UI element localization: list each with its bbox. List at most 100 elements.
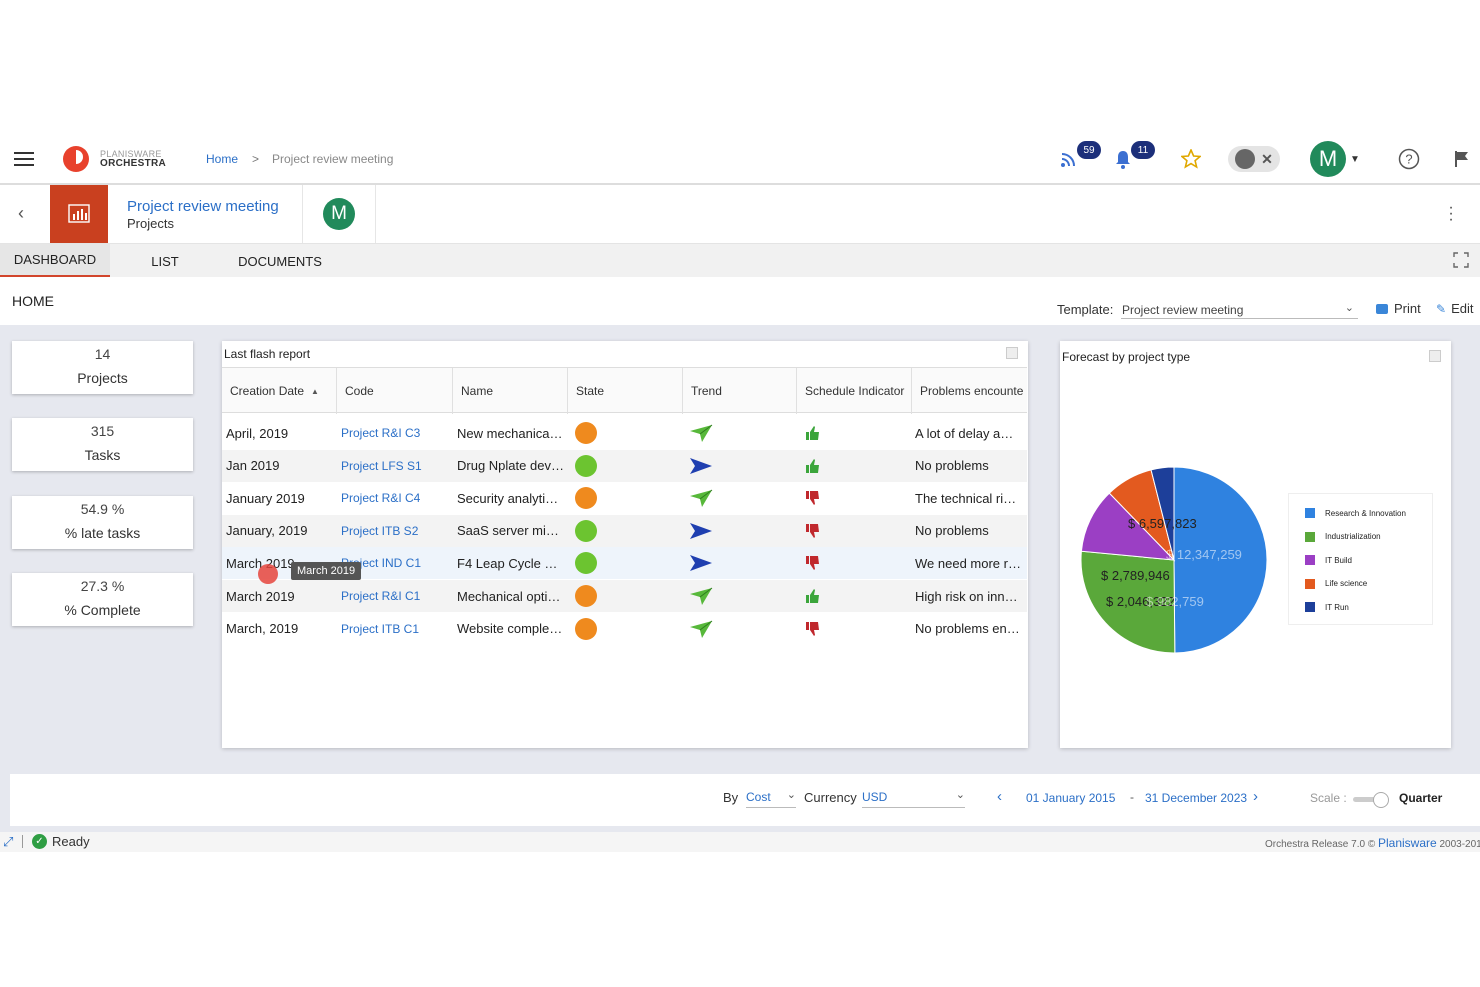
- scale-label: Scale :: [1310, 791, 1347, 805]
- table-row[interactable]: Jan 2019 Project LFS S1 Drug Nplate dev… No…: [222, 449, 1027, 482]
- edit-button[interactable]: ✎ Edit: [1436, 301, 1473, 316]
- table-row[interactable]: March, 2019 Project ITB C1 Website comple……: [222, 612, 1027, 645]
- planisware-logo[interactable]: [63, 146, 89, 172]
- date-from[interactable]: 01 January 2015: [1026, 791, 1115, 805]
- name-cell: Drug Nplate dev…: [457, 458, 564, 474]
- kpi-projects[interactable]: 14 Projects: [12, 341, 193, 394]
- help-icon[interactable]: ?: [1397, 146, 1421, 172]
- column-label: Name: [461, 384, 494, 398]
- kpi-value: 315: [90, 423, 115, 439]
- panel-options-icon[interactable]: [1006, 347, 1018, 359]
- column-problems[interactable]: Problems encounte: [912, 368, 1027, 414]
- page-header: ‹ Project review meeting Projects M · · ·: [0, 185, 1480, 243]
- top-bar: PLANISWARE ORCHESTRA Home > Project revi…: [0, 134, 1480, 185]
- rss-count-badge: 59: [1077, 141, 1101, 159]
- kpi-complete[interactable]: 27.3 % % Complete: [12, 573, 193, 626]
- code-link[interactable]: Project R&I C3: [341, 417, 453, 449]
- fullscreen-icon[interactable]: [1453, 252, 1469, 268]
- date-to[interactable]: 31 December 2023: [1145, 791, 1247, 805]
- divider: [302, 185, 303, 243]
- chevron-down-icon[interactable]: ▼: [1349, 146, 1361, 172]
- thumbs-up-icon: [806, 580, 836, 612]
- home-header: HOME Template: Project review meeting ⌄ …: [0, 277, 1480, 325]
- expand-icon[interactable]: ⤢: [3, 834, 13, 850]
- creation-date-cell: March 2019: [226, 588, 295, 604]
- print-button[interactable]: Print: [1376, 301, 1421, 316]
- legend-item[interactable]: Industrialization: [1305, 531, 1381, 542]
- menu-icon[interactable]: [14, 152, 34, 166]
- printer-icon: [1376, 303, 1388, 314]
- currency-select[interactable]: USD ⌄: [862, 788, 965, 808]
- column-label: Creation Date: [230, 384, 305, 398]
- problems-cell: The technical ri…: [915, 490, 1017, 506]
- by-select[interactable]: Cost ⌄: [746, 788, 796, 808]
- scale-slider[interactable]: [1353, 792, 1391, 808]
- state-indicator: [575, 580, 615, 612]
- breadcrumb-home[interactable]: Home: [206, 152, 238, 166]
- panel-options-icon[interactable]: [1429, 350, 1441, 362]
- name-cell: Website comple…: [457, 621, 563, 637]
- compass-toggle[interactable]: ✕: [1228, 146, 1280, 172]
- kpi-label: Projects: [77, 370, 128, 386]
- chevron-down-icon: ⌄: [1344, 302, 1354, 314]
- legend-label: IT Build: [1325, 555, 1352, 565]
- column-state[interactable]: State: [568, 368, 683, 414]
- code-link[interactable]: Project LFS S1: [341, 450, 453, 482]
- edit-label: Edit: [1451, 301, 1474, 316]
- template-select[interactable]: Project review meeting ⌄: [1121, 299, 1358, 319]
- sort-asc-icon: ▲: [311, 386, 319, 396]
- state-indicator: [575, 482, 615, 514]
- table-row[interactable]: April, 2019 Project R&I C3 New mechanica… A…: [222, 417, 1027, 449]
- table-row[interactable]: January 2019 Project R&I C4 Security analy…: [222, 482, 1027, 515]
- previous-period-icon[interactable]: ‹: [997, 788, 1002, 805]
- more-options-icon[interactable]: · · ·: [1447, 200, 1455, 228]
- thumbs-down-icon: [806, 482, 836, 514]
- kpi-tasks[interactable]: 315 Tasks: [12, 418, 193, 471]
- trend-icon: [689, 547, 729, 579]
- tab-documents[interactable]: DOCUMENTS: [230, 244, 330, 278]
- tab-bar: DASHBOARD LIST DOCUMENTS: [0, 243, 1480, 278]
- user-avatar[interactable]: M: [1310, 141, 1346, 177]
- breadcrumb-separator: >: [252, 152, 260, 166]
- legend-item[interactable]: Life science: [1305, 578, 1367, 589]
- problems-cell: No problems en…: [915, 621, 1020, 637]
- column-code[interactable]: Code: [337, 368, 453, 414]
- code-link[interactable]: Project R&I C1: [341, 580, 453, 612]
- tab-dashboard[interactable]: DASHBOARD: [0, 244, 110, 278]
- code-link[interactable]: Project R&I C4: [341, 482, 453, 514]
- legend-item[interactable]: IT Build: [1305, 555, 1352, 565]
- code-link[interactable]: Project ITB S2: [341, 515, 453, 547]
- column-name[interactable]: Name: [453, 368, 568, 414]
- name-cell: F4 Leap Cycle …: [457, 555, 558, 571]
- close-icon[interactable]: ✕: [1261, 151, 1273, 168]
- legend-item[interactable]: IT Run: [1305, 602, 1349, 612]
- name-cell: Mechanical opti…: [457, 588, 561, 604]
- legend-label: IT Run: [1325, 602, 1349, 612]
- flash-report-panel: Last flash report Creation Date ▲ Code Na…: [222, 341, 1028, 748]
- code-link[interactable]: Project ITB C1: [341, 613, 453, 645]
- table-row[interactable]: March 2019 Project R&I C1 Mechanical opti……: [222, 580, 1027, 612]
- kpi-value: 27.3 %: [80, 578, 125, 594]
- home-title: HOME: [12, 293, 54, 309]
- kpi-late-tasks[interactable]: 54.9 % % late tasks: [12, 496, 193, 549]
- creation-date-cell: January, 2019: [226, 523, 308, 539]
- legend-item[interactable]: Research & Innovation: [1305, 508, 1406, 518]
- pie-chart: $ 12,347,259$ 6,597,823$ 2,789,946$ 2,04…: [1080, 466, 1268, 654]
- problems-cell: No problems: [915, 523, 989, 539]
- company-link[interactable]: Planisware: [1378, 836, 1437, 850]
- owner-avatar[interactable]: M: [323, 198, 355, 230]
- flag-icon[interactable]: [1452, 146, 1472, 172]
- star-icon[interactable]: [1180, 146, 1202, 172]
- trend-icon: [689, 580, 729, 612]
- column-trend[interactable]: Trend: [683, 368, 797, 414]
- table-row[interactable]: January, 2019 Project ITB S2 SaaS server m…: [222, 514, 1027, 547]
- next-period-icon[interactable]: ›: [1253, 788, 1258, 805]
- pie-data-label: $ 6,597,823: [1128, 516, 1197, 531]
- trend-icon: [689, 613, 729, 645]
- column-schedule-indicator[interactable]: Schedule Indicator: [797, 368, 912, 414]
- chart-legend: Research & Innovation Industrialization IT…: [1288, 493, 1433, 625]
- tab-list[interactable]: LIST: [120, 244, 210, 278]
- column-creation-date[interactable]: Creation Date ▲: [222, 368, 337, 414]
- thumbs-down-icon: [806, 547, 836, 579]
- back-icon[interactable]: ‹: [18, 203, 24, 224]
